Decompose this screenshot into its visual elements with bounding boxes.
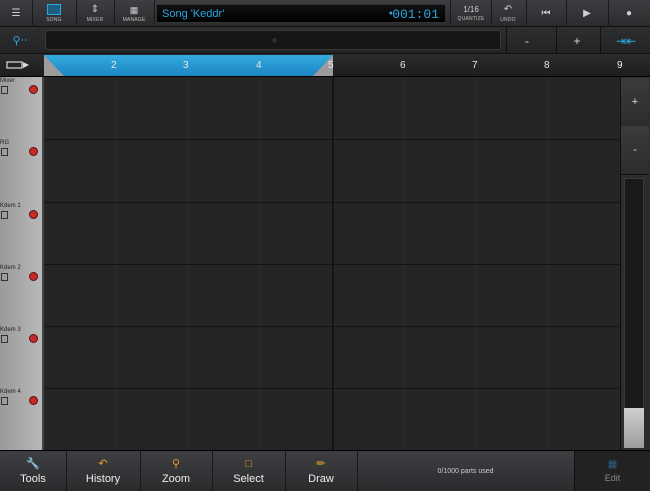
tools-button[interactable]: 🔧 Tools xyxy=(0,451,67,491)
track-header-kdem-1[interactable]: Kdem 1 xyxy=(0,202,44,265)
song-button[interactable]: SONG xyxy=(32,0,77,27)
zoom-fit-button[interactable]: ⚲‧‧ xyxy=(0,27,40,54)
edit-button[interactable]: ▦ Edit xyxy=(574,451,650,491)
track-toggle-icon[interactable] xyxy=(6,60,30,70)
ruler-bar-number: 4 xyxy=(256,60,262,71)
manage-icon: ▦ xyxy=(129,4,139,15)
track-divider xyxy=(44,264,620,265)
menu-icon: ☰ xyxy=(11,7,21,19)
ruler-bar-number: 9 xyxy=(617,60,623,71)
history-button[interactable]: ↶ History xyxy=(66,451,141,491)
play-icon: ▶ xyxy=(583,7,591,19)
vertical-zoom-in-button[interactable]: + xyxy=(621,78,649,127)
wrench-icon: 🔧 xyxy=(26,457,40,470)
mute-button[interactable] xyxy=(29,85,38,94)
ruler-bar-number: 5 xyxy=(328,60,334,71)
arrangement-grid[interactable] xyxy=(44,77,620,450)
loop-start-handle-icon[interactable] xyxy=(44,55,64,76)
menu-button[interactable]: ☰ xyxy=(0,0,33,27)
select-button[interactable]: □ Select xyxy=(212,451,286,491)
undo-button[interactable]: ↶ UNDO xyxy=(490,0,527,27)
rewind-button[interactable]: ⏮ xyxy=(526,0,567,27)
track-name: Kdem 3 xyxy=(0,327,21,333)
history-icon: ↶ xyxy=(98,457,108,470)
zoom-button[interactable]: ⚲ Zoom xyxy=(140,451,213,491)
track-divider xyxy=(44,326,620,327)
time-readout: 001:01 xyxy=(392,7,439,22)
track-divider xyxy=(44,388,620,389)
zoom-out-button[interactable]: - xyxy=(506,27,547,54)
mute-button[interactable] xyxy=(29,272,38,281)
track-divider xyxy=(44,202,620,203)
mixer-button[interactable]: ⇕ MIXER xyxy=(76,0,115,27)
track-header-kdem-3[interactable]: Kdem 3 xyxy=(0,326,44,389)
instrument-icon xyxy=(1,273,8,281)
instrument-icon xyxy=(1,148,8,156)
play-button[interactable]: ▶ xyxy=(566,0,609,27)
mute-button[interactable] xyxy=(29,147,38,156)
select-icon: □ xyxy=(245,457,252,470)
ruler-bar-number: 8 xyxy=(544,60,550,71)
record-icon: ● xyxy=(625,7,633,19)
instrument-icon xyxy=(1,211,8,219)
mute-button[interactable] xyxy=(29,210,38,219)
quantize-button[interactable]: 1/16 QUANTIZE xyxy=(450,0,492,27)
ruler-bar-number: 6 xyxy=(400,60,406,71)
instrument-icon xyxy=(1,86,8,94)
track-header-kdem-4[interactable]: Kdem 4 xyxy=(0,388,44,451)
vertical-zoom-out-button[interactable]: - xyxy=(621,126,649,175)
song-icon xyxy=(47,4,61,15)
record-button[interactable]: ● xyxy=(608,0,650,27)
instrument-icon xyxy=(1,397,8,405)
zoom-in-button[interactable]: + xyxy=(556,27,597,54)
song-display: Song 'Keddr' ● 001:01 xyxy=(156,4,446,23)
track-name: RG xyxy=(0,140,9,146)
song-title[interactable]: Song 'Keddr' xyxy=(162,8,224,20)
track-name: Kdem 4 xyxy=(0,389,21,395)
magnifier-icon: ⚲ xyxy=(171,457,181,470)
track-header-rg[interactable]: RG xyxy=(0,139,44,203)
track-divider xyxy=(44,139,620,140)
expand-arrows-icon: ⇥⇤ xyxy=(615,33,637,48)
track-name: Kdem 2 xyxy=(0,265,21,271)
track-header-mixer[interactable]: Mixer xyxy=(0,77,44,140)
rewind-icon: ⏮ xyxy=(541,7,551,19)
mute-button[interactable] xyxy=(29,396,38,405)
expand-button[interactable]: ⇥⇤ xyxy=(600,27,650,54)
parts-status: 0/1000 parts used xyxy=(437,467,494,475)
ruler-bar-number: 7 xyxy=(472,60,478,71)
manage-button[interactable]: ▦ MANAGE xyxy=(114,0,155,27)
overview-scroll-knob[interactable] xyxy=(272,38,277,43)
undo-icon: ↶ xyxy=(503,3,513,15)
draw-button[interactable]: ✏ Draw xyxy=(285,451,358,491)
mute-button[interactable] xyxy=(29,334,38,343)
overview-scrollbar[interactable] xyxy=(45,30,501,50)
mixer-icon: ⇕ xyxy=(90,3,100,15)
edit-icon: ▦ xyxy=(607,459,618,470)
pencil-icon: ✏ xyxy=(316,457,326,470)
ruler-bar-number: 2 xyxy=(111,60,117,71)
ruler-bar-number: 3 xyxy=(183,60,189,71)
instrument-icon xyxy=(1,335,8,343)
track-name: Kdem 1 xyxy=(0,203,21,209)
zoom-fit-icon: ⚲‧‧ xyxy=(12,35,28,47)
track-name: Mixer xyxy=(0,78,15,84)
track-header-kdem-2[interactable]: Kdem 2 xyxy=(0,264,44,327)
vertical-scroll-thumb[interactable] xyxy=(624,408,644,448)
